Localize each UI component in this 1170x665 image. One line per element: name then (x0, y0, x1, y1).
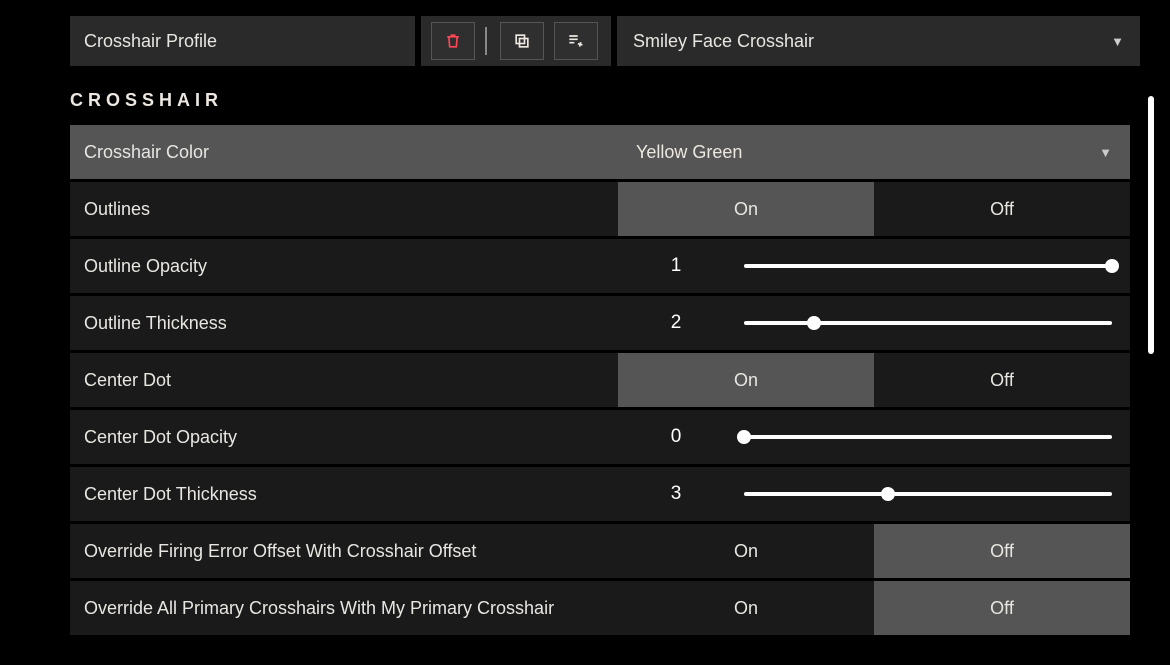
label-crosshair-color: Crosshair Color (70, 125, 618, 179)
value-center-dot-opacity: 0 (636, 426, 716, 448)
profile-name: Smiley Face Crosshair (633, 31, 814, 52)
scrollbar[interactable] (1148, 96, 1154, 354)
row-outline-thickness: Outline Thickness 2 (70, 296, 1130, 350)
slider-center-dot-opacity[interactable]: 0 (618, 410, 1130, 464)
toggle-override-firing-off[interactable]: Off (874, 524, 1130, 578)
toggle-center-dot-on[interactable]: On (618, 353, 874, 407)
dropdown-crosshair-color[interactable]: Yellow Green ▼ (618, 125, 1130, 179)
chevron-down-icon: ▼ (1099, 145, 1112, 160)
track-outline-thickness[interactable] (744, 321, 1112, 325)
track-outline-opacity[interactable] (744, 264, 1112, 268)
profile-dropdown[interactable]: Smiley Face Crosshair ▼ (617, 16, 1140, 66)
profile-header: Crosshair Profile Smi (70, 16, 1140, 66)
trash-icon (443, 31, 463, 51)
row-center-dot: Center Dot On Off (70, 353, 1130, 407)
thumb-center-dot-thickness[interactable] (881, 487, 895, 501)
toggle-outlines-off[interactable]: Off (874, 182, 1130, 236)
row-crosshair-color: Crosshair Color Yellow Green ▼ (70, 125, 1130, 179)
toggle-center-dot: On Off (618, 353, 1130, 407)
section-title: CROSSHAIR (70, 90, 1140, 111)
toggle-override-firing-on[interactable]: On (618, 524, 874, 578)
row-outline-opacity: Outline Opacity 1 (70, 239, 1130, 293)
settings-list: Crosshair Color Yellow Green ▼ Outlines … (70, 125, 1130, 665)
row-override-all: Override All Primary Crosshairs With My … (70, 581, 1130, 635)
value-outline-thickness: 2 (636, 312, 716, 334)
label-outline-thickness: Outline Thickness (70, 296, 618, 350)
profile-label: Crosshair Profile (70, 16, 415, 66)
edit-profile-button[interactable] (554, 22, 598, 60)
copy-profile-button[interactable] (500, 22, 544, 60)
copy-icon (512, 31, 532, 51)
value-outline-opacity: 1 (636, 255, 716, 277)
value-center-dot-thickness: 3 (636, 483, 716, 505)
row-center-dot-opacity: Center Dot Opacity 0 (70, 410, 1130, 464)
label-override-firing: Override Firing Error Offset With Crossh… (70, 524, 618, 578)
toggle-override-all: On Off (618, 581, 1130, 635)
label-outline-opacity: Outline Opacity (70, 239, 618, 293)
row-center-dot-thickness: Center Dot Thickness 3 (70, 467, 1130, 521)
value-crosshair-color: Yellow Green (636, 142, 742, 163)
slider-outline-thickness[interactable]: 2 (618, 296, 1130, 350)
toggle-override-firing: On Off (618, 524, 1130, 578)
label-outlines: Outlines (70, 182, 618, 236)
slider-outline-opacity[interactable]: 1 (618, 239, 1130, 293)
toggle-outlines-on[interactable]: On (618, 182, 874, 236)
toggle-outlines: On Off (618, 182, 1130, 236)
label-override-all: Override All Primary Crosshairs With My … (70, 581, 618, 635)
row-override-firing: Override Firing Error Offset With Crossh… (70, 524, 1130, 578)
profile-actions (421, 16, 611, 66)
row-outlines: Outlines On Off (70, 182, 1130, 236)
toggle-override-all-on[interactable]: On (618, 581, 874, 635)
divider (485, 27, 487, 55)
track-center-dot-thickness[interactable] (744, 492, 1112, 496)
thumb-outline-thickness[interactable] (807, 316, 821, 330)
label-center-dot-opacity: Center Dot Opacity (70, 410, 618, 464)
chevron-down-icon: ▼ (1111, 34, 1124, 49)
thumb-center-dot-opacity[interactable] (737, 430, 751, 444)
edit-list-icon (566, 31, 586, 51)
thumb-outline-opacity[interactable] (1105, 259, 1119, 273)
toggle-override-all-off[interactable]: Off (874, 581, 1130, 635)
track-center-dot-opacity[interactable] (744, 435, 1112, 439)
label-center-dot-thickness: Center Dot Thickness (70, 467, 618, 521)
slider-center-dot-thickness[interactable]: 3 (618, 467, 1130, 521)
delete-profile-button[interactable] (431, 22, 475, 60)
toggle-center-dot-off[interactable]: Off (874, 353, 1130, 407)
label-center-dot: Center Dot (70, 353, 618, 407)
